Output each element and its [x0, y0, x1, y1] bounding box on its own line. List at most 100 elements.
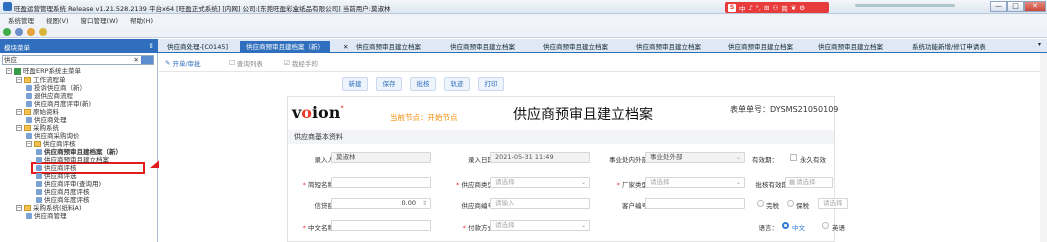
- tree-node[interactable]: − 供应商评核: [26, 140, 76, 148]
- subtab[interactable]: ✎ 开单/审批: [165, 58, 201, 68]
- expand-toggle-icon[interactable]: −: [16, 125, 22, 131]
- tree-node[interactable]: 供应商预审且建立档案: [36, 156, 109, 164]
- language-radio[interactable]: [782, 222, 789, 229]
- tree-node[interactable]: − 采购系统: [16, 124, 59, 132]
- tab-overflow-icon[interactable]: ▾: [1038, 41, 1041, 48]
- tree-node[interactable]: 供应商月度评审(新): [26, 100, 91, 108]
- section-header: 供应商基本资料: [288, 130, 834, 144]
- form-input[interactable]: 0.00 ⇕: [331, 198, 431, 209]
- tree-node[interactable]: 供应商评核: [36, 164, 77, 172]
- maximize-button[interactable]: □: [1007, 1, 1024, 12]
- language-option: 英语: [832, 224, 845, 232]
- settings-icon[interactable]: [27, 27, 35, 36]
- tax-select[interactable]: 请选择: [818, 198, 848, 209]
- expand-toggle-icon[interactable]: −: [26, 141, 32, 147]
- tree-node[interactable]: − 原始资料: [16, 108, 59, 116]
- form-input[interactable]: 请选择 ▦: [785, 177, 833, 188]
- star-icon[interactable]: [39, 27, 47, 36]
- form-input[interactable]: [331, 177, 431, 188]
- menu-item[interactable]: 帮助(H): [130, 15, 153, 25]
- vertical-scrollbar[interactable]: [1040, 53, 1047, 242]
- document-tab[interactable]: 供应商预审且建档案（新）: [240, 41, 330, 53]
- expand-toggle-icon[interactable]: −: [16, 205, 22, 211]
- subtab[interactable]: ☑ 我经手的: [284, 58, 318, 68]
- tree-node[interactable]: 供应商采购询价: [26, 132, 80, 140]
- toolbar-button[interactable]: 轨迹: [444, 77, 470, 91]
- subtab-label: 查询列表: [236, 60, 263, 68]
- tree-node[interactable]: 供应商月度评核: [36, 188, 90, 196]
- tree-node[interactable]: 供应商预审且建档案（新）: [36, 148, 122, 156]
- tree-node[interactable]: 供应商评审(查询用): [36, 180, 101, 188]
- ime-item-icon[interactable]: 中: [739, 3, 746, 13]
- document-tab[interactable]: 供应商预审且建立档案: [356, 41, 421, 53]
- search-icon[interactable]: [141, 56, 153, 64]
- tree-node[interactable]: − 旺盈ERP系统主菜单: [6, 67, 81, 75]
- form-input[interactable]: 请选择 ⌄: [645, 177, 745, 188]
- document-tab[interactable]: 系统功能新增/修订申请表: [912, 41, 986, 53]
- minimize-button[interactable]: —: [990, 1, 1007, 12]
- tree-node[interactable]: 供应商年度评核: [36, 196, 90, 204]
- tree-node[interactable]: 供应商评选: [36, 172, 77, 180]
- tree-node[interactable]: 投诉供应商（新）: [26, 84, 86, 92]
- tree-node[interactable]: 退供应商流程: [26, 92, 73, 100]
- toolbar-button[interactable]: 新建: [342, 77, 368, 91]
- document-tab[interactable]: 供应商预审且建立档案: [450, 41, 515, 53]
- tree-node[interactable]: − 工作流程单: [16, 76, 66, 84]
- field-label: 厂家类型: [596, 179, 648, 189]
- tree-node[interactable]: 供应商管理: [26, 212, 67, 220]
- form-input[interactable]: 请选择 ⌄: [490, 220, 590, 231]
- tree-node[interactable]: − 采购系统(纸料A): [16, 204, 82, 212]
- ime-item-icon[interactable]: °,: [756, 4, 761, 12]
- close-button[interactable]: ✕: [1024, 1, 1046, 12]
- expand-toggle-icon[interactable]: −: [16, 109, 22, 115]
- toolbar-button[interactable]: 打印: [478, 77, 504, 91]
- menu-item[interactable]: 系统管理: [8, 15, 34, 25]
- ime-item-icon[interactable]: ❦: [791, 4, 796, 12]
- chevron-down-icon[interactable]: ⌄: [736, 178, 741, 187]
- form-input[interactable]: [645, 198, 745, 209]
- form-input[interactable]: [331, 220, 431, 231]
- toolbar-button[interactable]: 保存: [376, 77, 402, 91]
- ime-item-icon[interactable]: ⚇: [772, 4, 778, 12]
- ime-item-icon[interactable]: ⊞: [764, 4, 769, 12]
- tree-node-label: 供应商评审(查询用): [44, 180, 102, 188]
- document-tab[interactable]: 供应商处理-[C0145]: [167, 41, 228, 53]
- permanent-label: 永久有效: [800, 156, 826, 164]
- ime-item-icon[interactable]: ♪: [749, 4, 753, 12]
- field-label: 付款方式: [440, 222, 494, 232]
- tax-radio[interactable]: [757, 200, 764, 207]
- form-input[interactable]: 请输入: [490, 198, 590, 209]
- language-radio[interactable]: [822, 222, 829, 229]
- ime-item-icon[interactable]: ⚙: [799, 4, 805, 12]
- form-input: 事业处外部 ⌄: [645, 152, 745, 163]
- menu-item[interactable]: 视图(V): [46, 15, 69, 25]
- subtab[interactable]: ☐ 查询列表: [229, 58, 263, 68]
- tax-radio[interactable]: [787, 200, 794, 207]
- stepper-icon[interactable]: ⇕: [422, 199, 427, 208]
- tab-close-icon[interactable]: ✕: [343, 41, 348, 53]
- chevron-down-icon[interactable]: ⌄: [581, 221, 586, 230]
- tree-node[interactable]: 供应商处理: [26, 116, 67, 124]
- document-tab[interactable]: 供应商预审且建立档案: [728, 41, 793, 53]
- input-value: 0.00: [401, 199, 416, 207]
- expand-toggle-icon[interactable]: −: [6, 68, 12, 74]
- form-input[interactable]: 请选择 ⌄: [490, 177, 590, 188]
- pin-icon[interactable]: ⇕: [149, 42, 154, 50]
- home-icon[interactable]: [15, 27, 23, 36]
- document-tab[interactable]: 供应商预审且建立档案: [543, 41, 608, 53]
- chevron-down-icon[interactable]: ⌄: [736, 153, 741, 162]
- expand-toggle-icon[interactable]: −: [16, 77, 22, 83]
- ime-item-icon[interactable]: 简: [781, 3, 788, 13]
- toolbar-button[interactable]: 批核: [410, 77, 436, 91]
- tree-node-label: 供应商采购询价: [34, 132, 80, 140]
- document-tab[interactable]: 供应商预审且建立档案: [636, 41, 701, 53]
- checkbox[interactable]: [790, 154, 797, 161]
- calendar-icon[interactable]: ▦: [789, 178, 795, 187]
- menu-search-input[interactable]: 供应 ✕: [2, 55, 154, 65]
- document-tab[interactable]: 供应商预审且建立档案: [818, 41, 883, 53]
- ime-toolbar[interactable]: S 中 ♪ °, ⊞ ⚇ 简 ❦ ⚙: [725, 2, 829, 13]
- clear-search-icon[interactable]: ✕: [134, 56, 139, 64]
- chevron-down-icon[interactable]: ⌄: [581, 178, 586, 187]
- refresh-icon[interactable]: [3, 27, 11, 36]
- menu-item[interactable]: 窗口管理(W): [81, 15, 119, 25]
